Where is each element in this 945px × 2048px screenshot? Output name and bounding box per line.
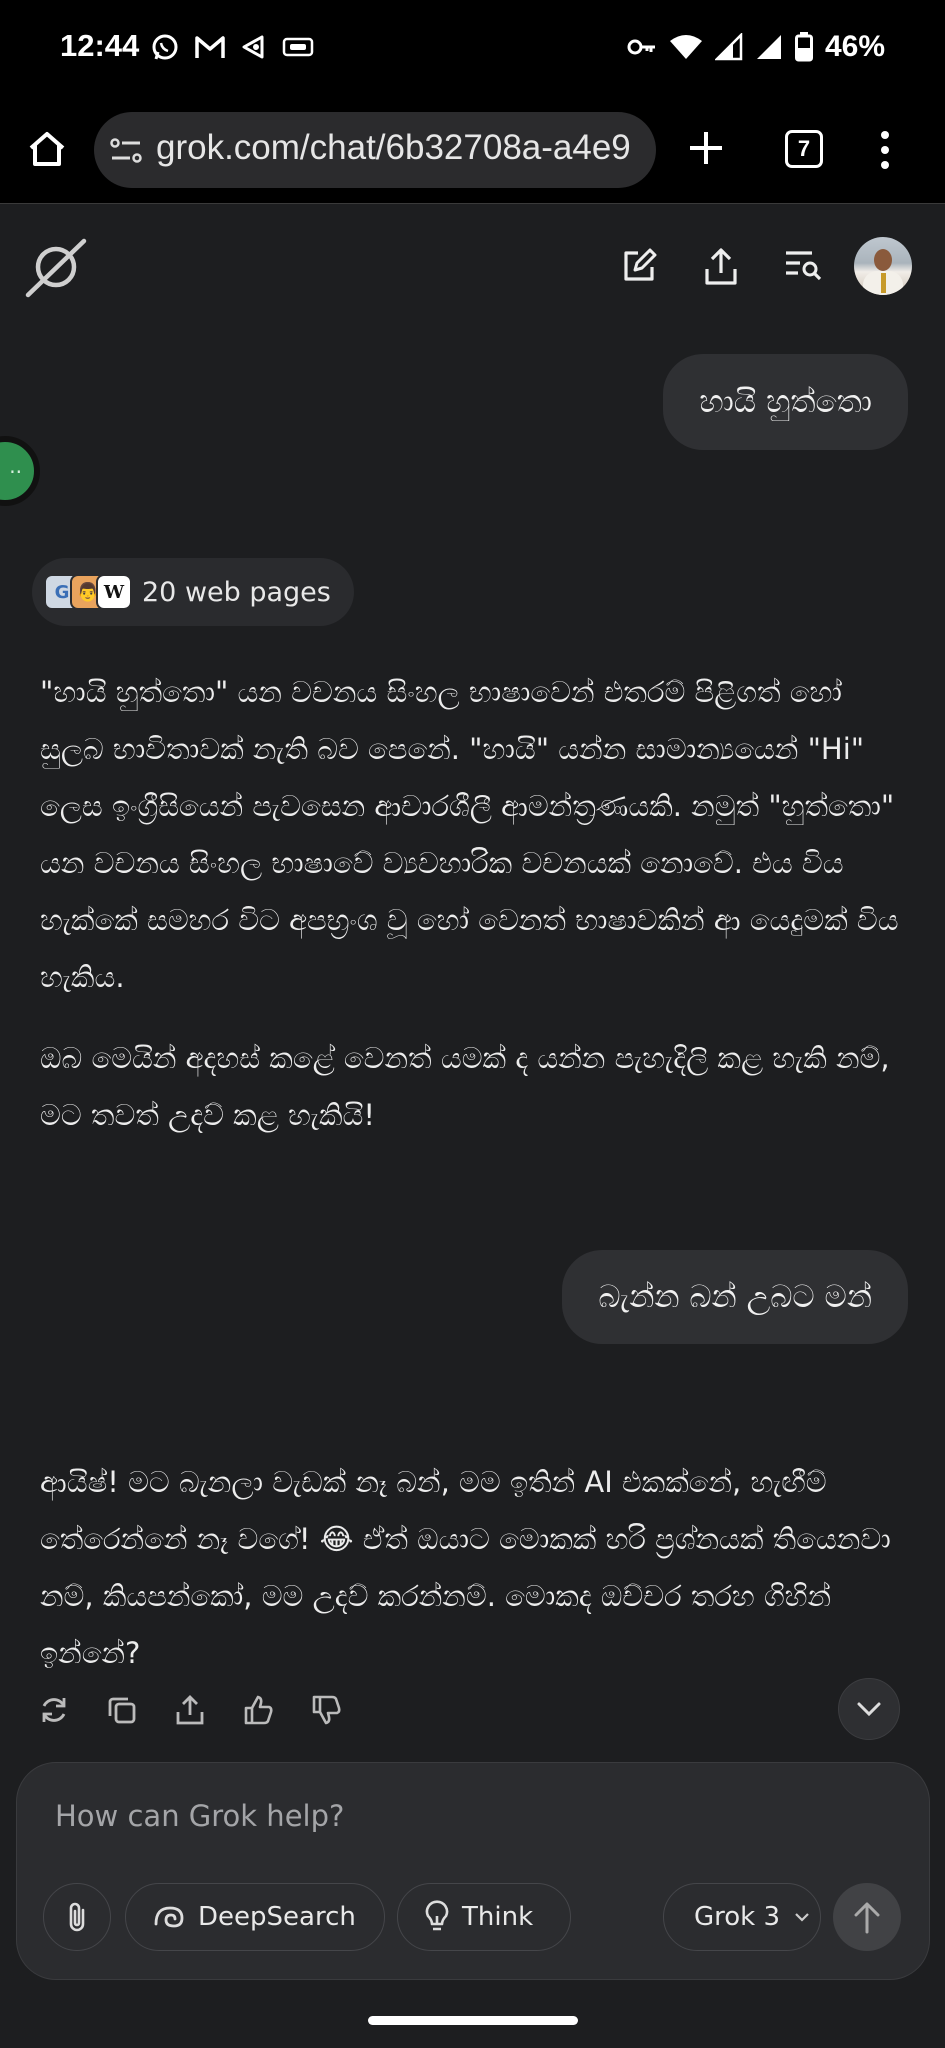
user-message: බැන්න බන් උබට මන් (562, 1250, 908, 1344)
gesture-bar[interactable] (368, 2016, 578, 2025)
vpn-icon (282, 37, 314, 57)
paperclip-icon (69, 1902, 85, 1932)
sources-label: 20 web pages (142, 576, 331, 608)
floating-side-tab[interactable]: ·· (0, 436, 40, 506)
user-message: හායි හුත්තො (663, 354, 908, 450)
send-button[interactable] (833, 1883, 901, 1951)
deepsearch-icon (154, 1906, 184, 1928)
think-button[interactable]: Think (397, 1883, 571, 1951)
avatar[interactable] (854, 237, 912, 295)
message-input[interactable] (55, 1791, 875, 1841)
key-icon (627, 39, 655, 55)
wifi-icon (669, 35, 702, 59)
more-options-icon[interactable] (880, 130, 890, 170)
source-favicon: W (96, 574, 132, 610)
think-label: Think (462, 1902, 534, 1932)
grok-logo-icon[interactable] (24, 235, 88, 299)
chevron-down-icon (857, 1702, 881, 1717)
gmail-icon (195, 36, 225, 58)
history-icon[interactable] (784, 247, 822, 281)
share-icon[interactable] (702, 247, 740, 287)
battery-percent: 46% (824, 30, 885, 63)
response-actions (38, 1694, 342, 1726)
whatsapp-icon (152, 34, 178, 60)
assistant-paragraph: ආයිෂ්! මට බැනලා වැඩක් නෑ බන්, මම ඉතින් A… (40, 1465, 891, 1670)
status-bar: 12:44 46% (0, 0, 945, 100)
composer: DeepSearch Think Grok 3 (16, 1762, 930, 1980)
attach-button[interactable] (43, 1883, 111, 1951)
model-selector[interactable]: Grok 3 (663, 1883, 821, 1951)
signal-icon (756, 35, 781, 59)
status-time: 12:44 (60, 28, 140, 63)
deepsearch-button[interactable]: DeepSearch (125, 1883, 385, 1951)
regenerate-icon[interactable] (38, 1694, 70, 1726)
battery-icon (794, 32, 813, 62)
signal-icon (714, 33, 743, 61)
notification-icons (150, 32, 314, 62)
thumbs-down-icon[interactable] (310, 1694, 342, 1726)
new-tab-icon[interactable] (686, 128, 726, 168)
source-favicons: G 👨 W (44, 572, 134, 612)
grok-header (0, 205, 945, 330)
assistant-paragraph: ඔබ මෙයින් අදහස් කළේ වෙනත් යමක් ද යන්න පැ… (40, 1041, 890, 1132)
browser-toolbar: grok.com/chat/6b32708a-a4e9 7 (0, 100, 945, 204)
share-response-icon[interactable] (174, 1694, 206, 1726)
lightbulb-icon (425, 1900, 449, 1931)
scroll-to-bottom-button[interactable] (838, 1678, 900, 1740)
new-chat-icon[interactable] (620, 247, 658, 285)
deepsearch-label: DeepSearch (198, 1902, 356, 1932)
tab-switcher-button[interactable]: 7 (785, 130, 823, 168)
chevron-down-icon (795, 1913, 809, 1922)
model-label: Grok 3 (694, 1902, 781, 1932)
web-sources-button[interactable]: G 👨 W 20 web pages (32, 558, 354, 626)
home-icon[interactable] (26, 128, 68, 170)
copy-icon[interactable] (106, 1694, 138, 1726)
thumbs-up-icon[interactable] (242, 1694, 274, 1726)
address-bar[interactable]: grok.com/chat/6b32708a-a4e9 (94, 112, 656, 188)
system-icons: 46% (627, 30, 885, 64)
threads-icon (242, 35, 264, 59)
site-settings-icon[interactable] (110, 136, 142, 166)
arrow-up-icon (854, 1902, 880, 1934)
url-text: grok.com/chat/6b32708a-a4e9 (156, 128, 631, 167)
assistant-paragraph: "හායි හුත්තො" යන වචනය සිංහල භාෂාවෙන් එතර… (40, 675, 899, 994)
